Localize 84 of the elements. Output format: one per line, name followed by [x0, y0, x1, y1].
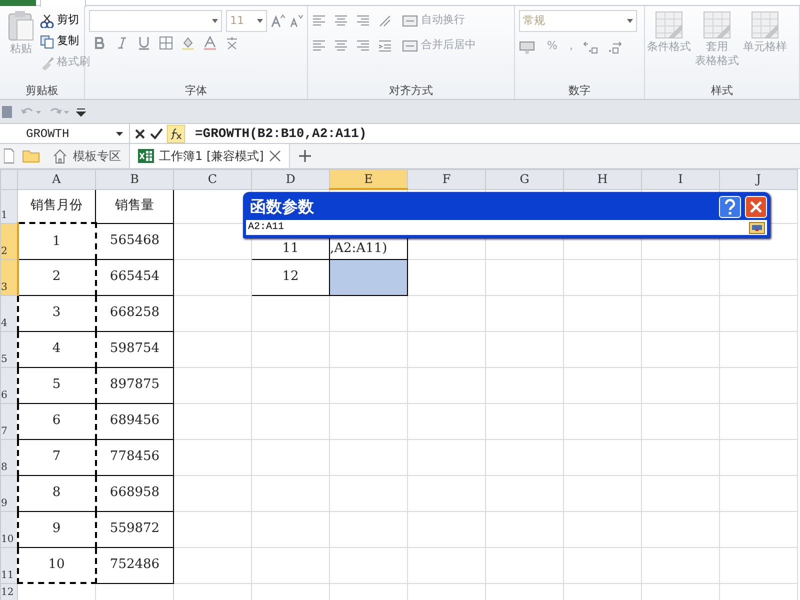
- column-header[interactable]: G: [486, 170, 564, 189]
- cell-text: 销售量: [96, 189, 174, 223]
- caret-icon: [257, 19, 264, 23]
- copy-icon: [40, 34, 54, 48]
- row-header[interactable]: 9: [0, 475, 18, 511]
- cell-text: 668258: [96, 295, 174, 331]
- home-icon: [52, 148, 68, 164]
- row-header[interactable]: 10: [0, 511, 18, 547]
- cell-text: 2: [18, 259, 96, 295]
- caret-icon: [627, 19, 633, 23]
- column-header[interactable]: H: [564, 170, 642, 189]
- column-header[interactable]: I: [642, 170, 720, 189]
- help-icon: [724, 199, 736, 215]
- cell-text: 7: [18, 439, 96, 475]
- save-icon[interactable]: [2, 104, 14, 118]
- cell-text: 3: [18, 295, 96, 331]
- new-file-icon[interactable]: [4, 148, 14, 164]
- column-header[interactable]: F: [408, 170, 486, 189]
- column-header[interactable]: B: [96, 170, 174, 189]
- cell-text: 897875: [96, 367, 174, 403]
- name-box[interactable]: GROWTH: [0, 124, 130, 143]
- cell-text: 668958: [96, 475, 174, 511]
- cell-text: 8: [18, 475, 96, 511]
- group-label: 字体: [184, 83, 208, 99]
- row-header[interactable]: 1: [0, 189, 18, 223]
- cell-text: 665454: [96, 259, 174, 295]
- insert-function-icon[interactable]: [167, 124, 185, 142]
- cell-text: 689456: [96, 403, 174, 439]
- row-header[interactable]: 3: [0, 259, 18, 295]
- group-label: 数字: [568, 83, 592, 99]
- row-header[interactable]: 5: [0, 331, 18, 367]
- conditional-format-icon: [654, 10, 684, 40]
- range-input-field[interactable]: A2:A11: [246, 220, 767, 235]
- close-icon[interactable]: [268, 150, 281, 162]
- group-label: 对齐方式: [388, 83, 434, 99]
- cell-text: 565468: [96, 223, 174, 259]
- caret-icon: [212, 19, 218, 23]
- expand-dialog-icon[interactable]: [749, 222, 765, 234]
- add-tab-icon[interactable]: [298, 149, 312, 163]
- row-header[interactable]: 2: [0, 223, 18, 259]
- enter-icon[interactable]: [150, 128, 163, 140]
- merge-cells-icon: [402, 38, 418, 52]
- dialog-title: 函数参数: [249, 196, 314, 218]
- column-header[interactable]: E: [330, 170, 408, 189]
- column-header[interactable]: D: [252, 170, 330, 189]
- group-label: 剪贴板: [24, 83, 60, 99]
- wrap-text-icon: [402, 14, 418, 28]
- column-header[interactable]: J: [720, 170, 798, 189]
- row-header[interactable]: 4: [0, 295, 18, 331]
- column-header[interactable]: C: [174, 170, 252, 189]
- table-style-icon: [702, 10, 732, 40]
- cell-text: 559872: [96, 511, 174, 547]
- cell-text: 6: [18, 403, 96, 439]
- close-icon: [749, 200, 763, 214]
- caret-icon: [116, 132, 123, 136]
- group-label: 样式: [710, 83, 734, 99]
- cell-style-icon: [750, 10, 780, 40]
- row-header[interactable]: 7: [0, 403, 18, 439]
- cut-button[interactable]: 剪切: [38, 10, 92, 31]
- column-header[interactable]: A: [18, 170, 96, 189]
- scissors-icon: [40, 14, 54, 28]
- cell-text: 1: [18, 223, 96, 259]
- row-header[interactable]: 11: [0, 547, 18, 583]
- cell-text: 778456: [96, 439, 174, 475]
- cell-text: 598754: [96, 331, 174, 367]
- formula-text: =GROWTH(B2:B10,A2:A11): [194, 124, 367, 143]
- brush-icon: [40, 56, 54, 70]
- cancel-icon[interactable]: [134, 128, 146, 140]
- copy-button[interactable]: 复制: [38, 31, 92, 52]
- cell-text: 752486: [96, 547, 174, 583]
- cell-text: 5: [18, 367, 96, 403]
- cell-text: 9: [18, 511, 96, 547]
- row-header[interactable]: 12: [0, 583, 18, 600]
- clipboard-icon: [7, 10, 35, 42]
- customize-icon[interactable]: [76, 106, 86, 116]
- spreadsheet-icon: [138, 148, 154, 164]
- row-header[interactable]: 8: [0, 439, 18, 475]
- help-button[interactable]: [719, 196, 741, 218]
- cell-text: 4: [18, 331, 96, 367]
- close-button[interactable]: [745, 196, 767, 218]
- folder-icon[interactable]: [22, 149, 40, 163]
- cell-text: 10: [18, 547, 96, 583]
- document-tab[interactable]: 工作簿1 [兼容模式]: [130, 144, 290, 168]
- row-header[interactable]: 6: [0, 367, 18, 403]
